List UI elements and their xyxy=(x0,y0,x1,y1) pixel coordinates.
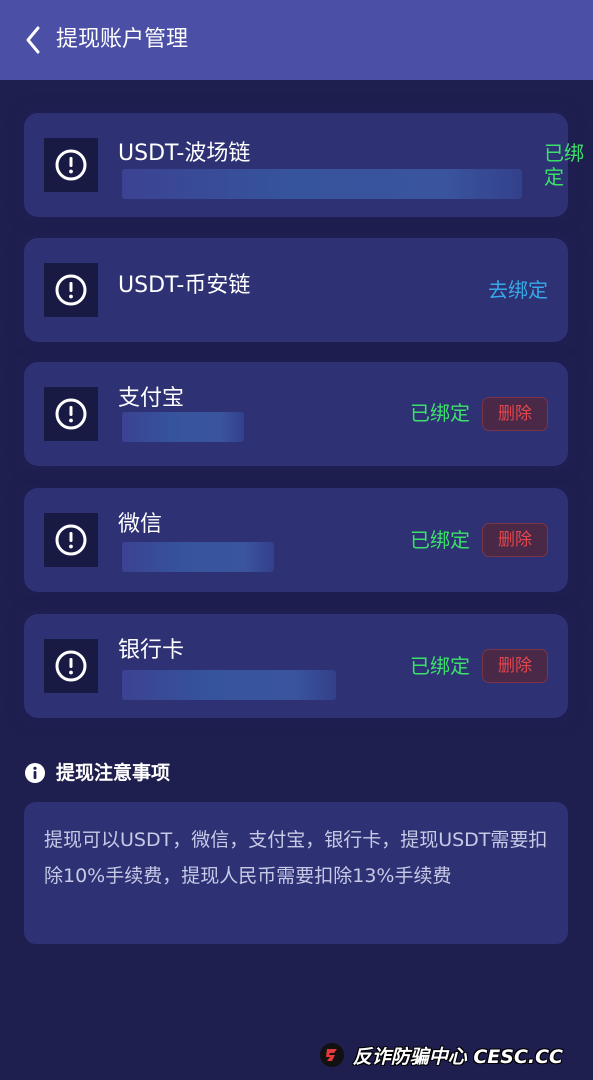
masked-account-number xyxy=(122,542,274,572)
account-name: USDT-币安链 xyxy=(118,273,251,298)
delete-button[interactable]: 删除 xyxy=(482,523,548,557)
account-icon-box xyxy=(44,387,98,441)
masked-account-number xyxy=(122,670,336,700)
masked-account-number xyxy=(122,169,522,199)
account-card-bankcard[interactable]: 银行卡 已绑定 删除 xyxy=(24,614,568,718)
header-bar: 提现账户管理 xyxy=(0,0,593,80)
info-icon xyxy=(25,763,45,783)
notice-title: 提现注意事项 xyxy=(56,762,171,784)
anti-fraud-logo-icon xyxy=(319,1043,344,1067)
account-icon-box xyxy=(44,138,98,192)
account-name: 支付宝 xyxy=(118,386,185,411)
status-bound: 已绑定 xyxy=(410,401,470,425)
watermark-text: 反诈防骗中心 CESC.CC xyxy=(352,1045,563,1068)
notice-box: 提现可以USDT，微信，支付宝，银行卡，提现USDT需要扣除10%手续费，提现人… xyxy=(24,802,568,944)
alert-circle-icon xyxy=(55,650,87,682)
account-icon-box xyxy=(44,263,98,317)
alert-circle-icon xyxy=(55,524,87,556)
account-icon-box xyxy=(44,513,98,567)
page: 提现账户管理 USDT-波场链 已绑定 USDT-币安链 去绑定 支付宝 已绑定… xyxy=(0,0,593,1080)
account-name: 微信 xyxy=(118,512,163,537)
account-name: 银行卡 xyxy=(118,638,185,663)
alert-circle-icon xyxy=(55,398,87,430)
status-bound: 已绑定 xyxy=(410,528,470,552)
notice-header: 提现注意事项 xyxy=(24,759,170,787)
account-card-usdt-bsc[interactable]: USDT-币安链 去绑定 xyxy=(24,238,568,342)
watermark: 反诈防骗中心 CESC.CC xyxy=(319,1038,563,1072)
delete-button[interactable]: 删除 xyxy=(482,649,548,683)
account-card-alipay[interactable]: 支付宝 已绑定 删除 xyxy=(24,362,568,466)
back-button[interactable] xyxy=(22,24,50,56)
chevron-left-icon xyxy=(26,26,40,54)
masked-account-number xyxy=(122,412,244,442)
account-icon-box xyxy=(44,639,98,693)
bind-link[interactable]: 去绑定 xyxy=(488,277,548,303)
account-card-usdt-trc[interactable]: USDT-波场链 已绑定 xyxy=(24,113,584,217)
status-bound: 已绑定 xyxy=(410,654,470,678)
delete-button[interactable]: 删除 xyxy=(482,397,548,431)
account-card-wechat[interactable]: 微信 已绑定 删除 xyxy=(24,488,568,592)
notice-text: 提现可以USDT，微信，支付宝，银行卡，提现USDT需要扣除10%手续费，提现人… xyxy=(44,829,548,887)
alert-circle-icon xyxy=(55,149,87,181)
alert-circle-icon xyxy=(55,274,87,306)
page-title: 提现账户管理 xyxy=(56,27,189,52)
status-bound: 已绑定 xyxy=(544,141,584,189)
account-name: USDT-波场链 xyxy=(118,141,251,166)
